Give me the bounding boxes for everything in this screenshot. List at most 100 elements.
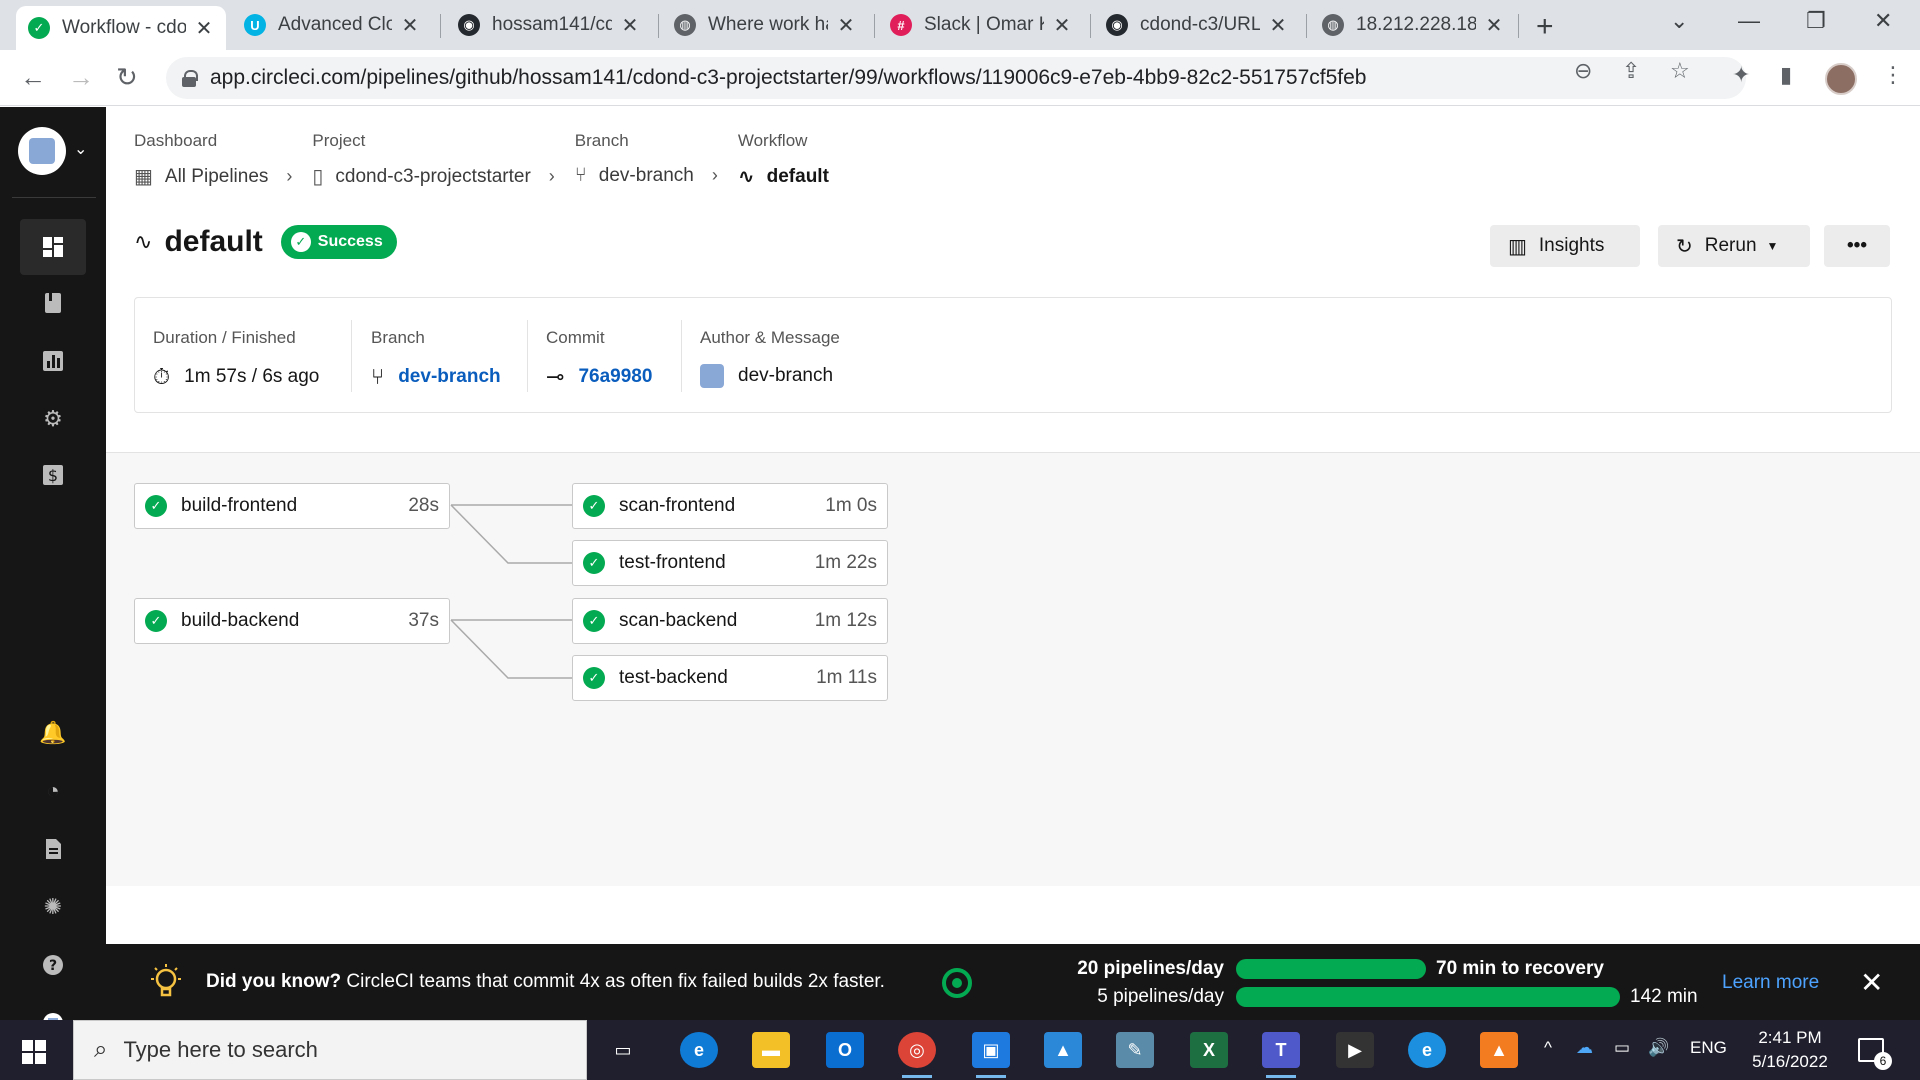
job-test-frontend[interactable]: ✓ test-frontend 1m 22s (572, 540, 888, 586)
tab-title: Where work happens (708, 14, 828, 35)
reload-icon[interactable]: ↻ (116, 62, 138, 93)
sidebar: ⌄ ⚙ $ 🔔 ◔ ✺ ? ⇥ (0, 107, 106, 1080)
minimize-icon[interactable]: — (1738, 8, 1760, 34)
close-tab-icon[interactable]: ✕ (1268, 13, 1288, 38)
windows-taskbar: ⌕ Type here to search ▭ e ▬ O ◎ ▣ ▲ ✎ X … (0, 1020, 1920, 1080)
job-test-backend[interactable]: ✓ test-backend 1m 11s (572, 655, 888, 701)
chevron-down-icon[interactable]: ⌄ (74, 139, 87, 159)
bookmark-star-icon[interactable]: ☆ (1670, 58, 1690, 84)
commit-link[interactable]: ⊸ 76a9980 (546, 364, 652, 390)
close-tab-icon[interactable]: ✕ (400, 13, 420, 38)
divider (681, 320, 682, 392)
tab-github-2[interactable]: ◉ cdond-c3/URL ✕ (1094, 6, 1300, 44)
outlook-icon[interactable]: O (826, 1032, 864, 1068)
close-window-icon[interactable]: ✕ (1874, 8, 1892, 34)
branch-link[interactable]: ⑂ dev-branch (371, 364, 501, 390)
tab-where-work[interactable]: ◍ Where work happens ✕ (662, 6, 868, 44)
battery-icon[interactable]: ▭ (1614, 1038, 1630, 1058)
new-tab-button[interactable]: + (1536, 10, 1554, 44)
nav-help[interactable]: ? (20, 937, 86, 993)
photos-icon[interactable]: ▲ (1044, 1032, 1082, 1068)
file-explorer-icon[interactable]: ▬ (752, 1032, 790, 1068)
close-tab-icon[interactable]: ✕ (836, 13, 856, 38)
tab-slack[interactable]: # Slack | Omar Khaled ✕ (878, 6, 1084, 44)
forward-icon[interactable]: → (68, 62, 94, 93)
more-actions-button[interactable]: ••• (1824, 225, 1890, 267)
nav-insights[interactable] (20, 333, 86, 389)
close-banner-button[interactable]: ✕ (1860, 966, 1883, 999)
branch-icon: ⑂ (371, 364, 385, 389)
system-clock[interactable]: 2:41 PM 5/16/2022 (1740, 1026, 1840, 1074)
back-icon[interactable]: ← (20, 62, 46, 93)
nav-projects[interactable] (20, 275, 86, 331)
job-build-frontend[interactable]: ✓ build-frontend 28s (134, 483, 450, 529)
nav-docs[interactable] (20, 821, 86, 877)
menu-kebab-icon[interactable]: ⋮ (1882, 62, 1904, 88)
search-placeholder: Type here to search (123, 1037, 318, 1062)
taskbar-search[interactable]: ⌕ Type here to search (73, 1020, 587, 1080)
zoom-icon[interactable]: ⊖ (1574, 58, 1592, 84)
nav-plan[interactable]: $ (20, 447, 86, 503)
language-indicator[interactable]: ENG (1690, 1038, 1727, 1058)
volume-icon[interactable]: 🔊 (1648, 1038, 1669, 1058)
notifications-icon[interactable]: 6 (1858, 1038, 1892, 1070)
vlc-icon[interactable]: ▲ (1480, 1032, 1518, 1068)
remote-desktop-icon[interactable]: ▣ (972, 1032, 1010, 1078)
nav-dashboard[interactable] (20, 219, 86, 275)
learn-more-link[interactable]: Learn more (1722, 972, 1819, 994)
internet-explorer-icon[interactable]: e (1408, 1032, 1446, 1068)
tab-title: 18.212.228.187 (1356, 14, 1476, 35)
tab-udacity[interactable]: U Advanced Cloud DevOps ✕ (232, 6, 432, 44)
banner-text: Did you know? CircleCI teams that commit… (206, 971, 885, 993)
close-tab-icon[interactable]: ✕ (194, 16, 214, 41)
tab-ip[interactable]: ◍ 18.212.228.187 ✕ (1310, 6, 1516, 44)
profile-avatar[interactable] (1825, 63, 1857, 95)
breadcrumb-workflow: Workflow ∿ default (738, 131, 829, 189)
close-tab-icon[interactable]: ✕ (620, 13, 640, 38)
side-panel-icon[interactable]: ▮ (1780, 62, 1792, 88)
success-check-icon: ✓ (145, 495, 167, 517)
insights-icon: ▥ (1508, 235, 1527, 258)
tab-workflow[interactable]: ✓ Workflow - cdond-c3 ✕ (16, 6, 226, 50)
stat-value: 70 min to recovery (1436, 958, 1604, 979)
job-scan-frontend[interactable]: ✓ scan-frontend 1m 0s (572, 483, 888, 529)
rerun-button[interactable]: ↻ Rerun ▼ (1658, 225, 1810, 267)
windows-start-icon[interactable] (22, 1040, 46, 1064)
nav-notifications[interactable]: 🔔 (20, 705, 86, 761)
nav-community[interactable]: ✺ (20, 879, 86, 935)
task-view-icon[interactable]: ▭ (604, 1032, 642, 1068)
nav-status[interactable]: ◔ (20, 763, 86, 819)
breadcrumb-link[interactable]: ⑂ dev-branch › (575, 164, 718, 187)
breadcrumb-link[interactable]: ▦ All Pipelines › (134, 164, 292, 189)
edge-icon[interactable]: e (680, 1032, 718, 1068)
notes-icon[interactable]: ✎ (1116, 1032, 1154, 1068)
stat-low-frequency: 5 pipelines/day 142 min (986, 986, 1698, 1008)
address-bar[interactable]: app.circleci.com/pipelines/github/hossam… (166, 57, 1746, 99)
did-you-know-banner: Did you know? CircleCI teams that commit… (106, 944, 1920, 1020)
extensions-icon[interactable]: ✦ (1732, 62, 1750, 88)
close-tab-icon[interactable]: ✕ (1484, 13, 1504, 38)
divider (12, 197, 96, 198)
tab-github-1[interactable]: ◉ hossam141/cdond ✕ (446, 6, 652, 44)
teams-icon[interactable]: T (1262, 1032, 1300, 1078)
share-icon[interactable]: ⇪ (1622, 58, 1640, 84)
excel-icon[interactable]: X (1190, 1032, 1228, 1068)
breadcrumb-current: ∿ default (738, 164, 829, 189)
insights-button[interactable]: ▥ Insights (1490, 225, 1640, 267)
nav-settings[interactable]: ⚙ (20, 391, 86, 447)
onedrive-icon[interactable]: ☁ (1576, 1038, 1593, 1058)
breadcrumb-link[interactable]: ▯ cdond-c3-projectstarter › (312, 164, 554, 189)
tab-search-icon[interactable]: ⌄ (1670, 8, 1688, 34)
status-badge: ✓ Success (280, 225, 397, 259)
restore-icon[interactable]: ❐ (1806, 8, 1826, 34)
org-avatar[interactable] (18, 127, 66, 175)
close-tab-icon[interactable]: ✕ (1052, 13, 1072, 38)
terminal-icon[interactable]: ▶ (1336, 1032, 1374, 1068)
job-scan-backend[interactable]: ✓ scan-backend 1m 12s (572, 598, 888, 644)
breadcrumb-label: Workflow (737, 131, 808, 150)
show-hidden-icons[interactable]: ^ (1544, 1038, 1552, 1058)
commit-icon: ⊸ (546, 364, 565, 389)
job-build-backend[interactable]: ✓ build-backend 37s (134, 598, 450, 644)
chrome-icon[interactable]: ◎ (898, 1032, 936, 1078)
gear-icon: ⚙ (43, 406, 63, 431)
